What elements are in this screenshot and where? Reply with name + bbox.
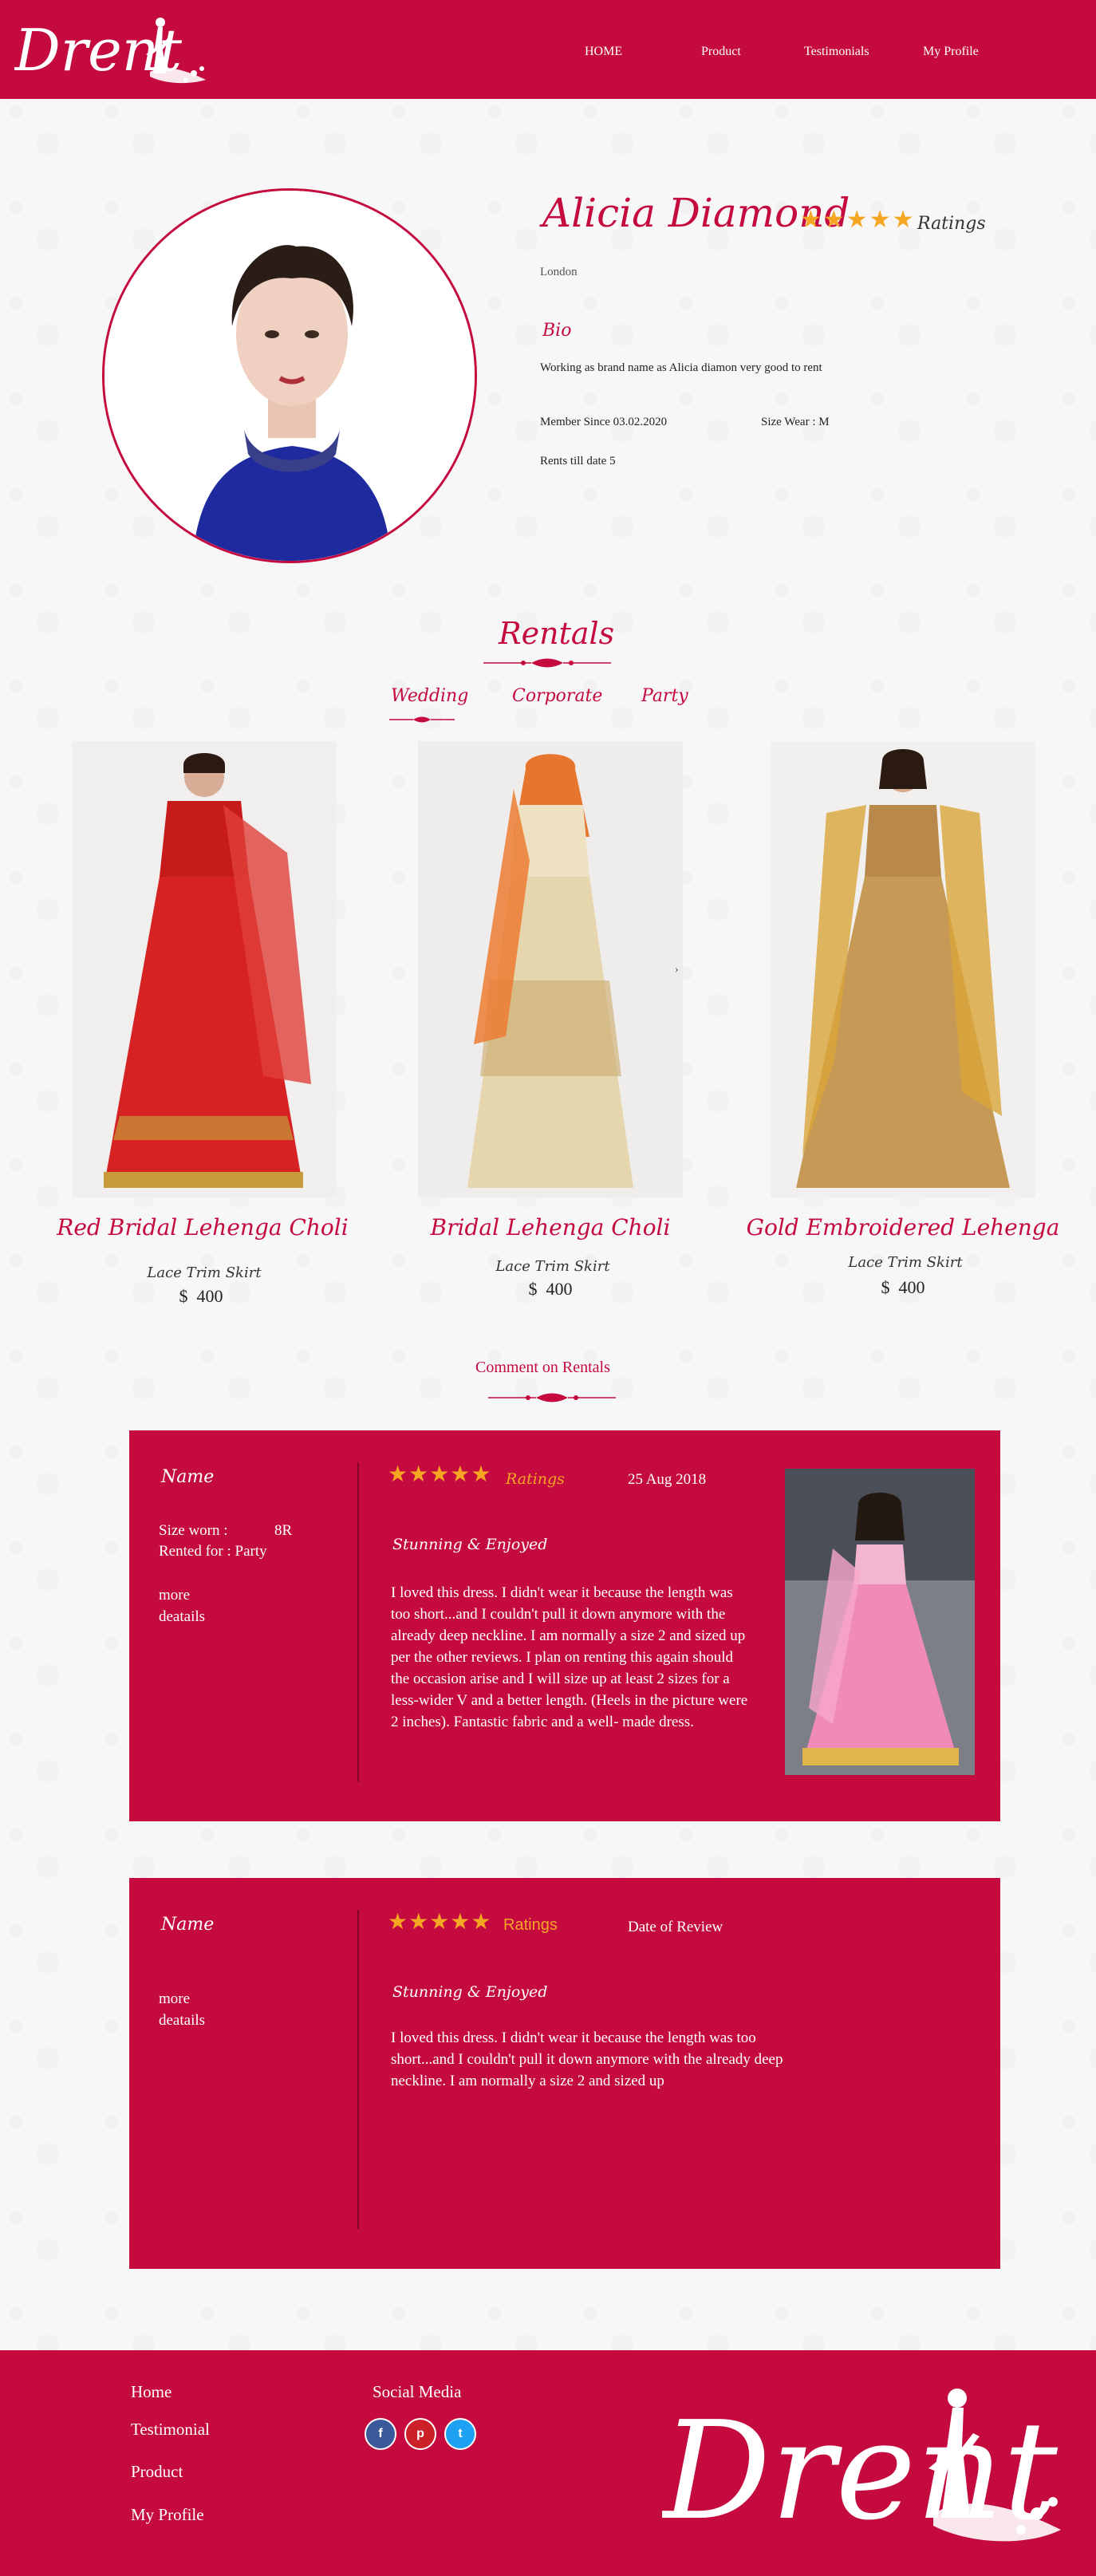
review-rating-stars: ★★★★★ (388, 1910, 492, 1935)
review-card: Name Size worn : 8R Rented for : Party m… (129, 1430, 1000, 1821)
review-card: Name more deatails ★★★★★ Ratings Date of… (129, 1878, 1000, 2269)
comments-flourish-icon (488, 1393, 616, 1402)
bio-text: Working as brand name as Alicia diamon v… (540, 361, 822, 374)
more-details-link[interactable]: more deatails (159, 1584, 205, 1627)
carousel-next-icon[interactable]: › (675, 964, 679, 976)
review-body: I loved this dress. I didn't wear it bec… (391, 2030, 783, 2089)
nav-testimonials[interactable]: Testimonials (804, 45, 869, 59)
footer-link-my-profile[interactable]: My Profile (131, 2505, 204, 2525)
review-rating-stars: ★★★★★ (388, 1462, 492, 1487)
review-photo[interactable] (785, 1469, 975, 1775)
nav-home[interactable]: HOME (585, 45, 622, 59)
nav-my-profile[interactable]: My Profile (923, 45, 979, 59)
tab-wedding[interactable]: Wedding (391, 686, 468, 706)
nav-product[interactable]: Product (701, 45, 741, 59)
footer-drent-logo[interactable]: Drent (662, 2366, 1069, 2566)
pinterest-icon[interactable]: p (404, 2418, 436, 2450)
product-image[interactable] (771, 741, 1035, 1197)
review-divider (357, 1462, 359, 1781)
size-wear: Size Wear : M (761, 416, 830, 428)
size-worn-value: 8R (274, 1522, 293, 1539)
size-worn-label: Size worn : (159, 1522, 228, 1539)
product-image[interactable] (72, 741, 337, 1197)
review-body: I loved this dress. I didn't wear it bec… (391, 1584, 748, 1730)
comments-title: Comment on Rentals (475, 1359, 610, 1376)
twitter-icon[interactable]: t (444, 2418, 476, 2450)
product-image[interactable] (418, 741, 683, 1197)
reviewer-name: Name (161, 1467, 215, 1487)
facebook-icon[interactable]: f (365, 2418, 396, 2450)
review-ratings-label: Ratings (506, 1470, 565, 1488)
site-header: Drent HOME Product Testimonials My Profi… (0, 0, 1096, 99)
social-media-title: Social Media (373, 2382, 462, 2401)
bio-title: Bio (542, 321, 572, 341)
review-headline: Stunning & Enjoyed (392, 1983, 548, 2001)
tab-active-flourish-icon (389, 716, 455, 723)
product-name[interactable]: Bridal Lehenga Choli (383, 1214, 718, 1241)
product-price: $ 400 (528, 1279, 573, 1299)
profile-avatar (102, 188, 477, 563)
tab-corporate[interactable]: Corporate (512, 686, 602, 706)
footer-link-testimonial[interactable]: Testimonial (131, 2420, 210, 2440)
product-subtitle: Lace Trim Skirt (848, 1254, 963, 1271)
review-date: 25 Aug 2018 (628, 1471, 707, 1488)
profile-location: London (540, 266, 578, 278)
rents-count: Rents till date 5 (540, 455, 616, 467)
product-name[interactable]: Red Bridal Lehenga Choli (35, 1214, 370, 1241)
footer-link-product[interactable]: Product (131, 2462, 183, 2482)
footer-link-home[interactable]: Home (131, 2382, 171, 2402)
profile-rating-stars: ★★★★★ (800, 207, 916, 233)
review-divider (357, 1910, 359, 2229)
reviewer-name: Name (161, 1915, 215, 1935)
review-headline: Stunning & Enjoyed (392, 1536, 548, 1553)
site-footer: Home Testimonial Product My Profile Soci… (0, 2350, 1096, 2576)
review-date: Date of Review (628, 1919, 723, 1935)
product-subtitle: Lace Trim Skirt (147, 1264, 262, 1281)
review-ratings-label: Ratings (503, 1916, 558, 1934)
rentals-flourish-icon (483, 658, 611, 668)
main-nav: HOME Product Testimonials My Profile (0, 0, 1096, 99)
rented-for: Rented for : Party (159, 1543, 267, 1560)
rentals-title: Rentals (499, 616, 615, 651)
product-price: $ 400 (179, 1286, 223, 1306)
product-name[interactable]: Gold Embroidered Lehenga (735, 1214, 1070, 1241)
member-since: Member Since 03.02.2020 (540, 416, 668, 428)
tab-party[interactable]: Party (641, 686, 688, 706)
product-subtitle: Lace Trim Skirt (495, 1258, 610, 1275)
profile-ratings-label: Ratings (917, 214, 986, 234)
product-price: $ 400 (881, 1277, 925, 1297)
more-details-link[interactable]: more deatails (159, 1988, 205, 2031)
